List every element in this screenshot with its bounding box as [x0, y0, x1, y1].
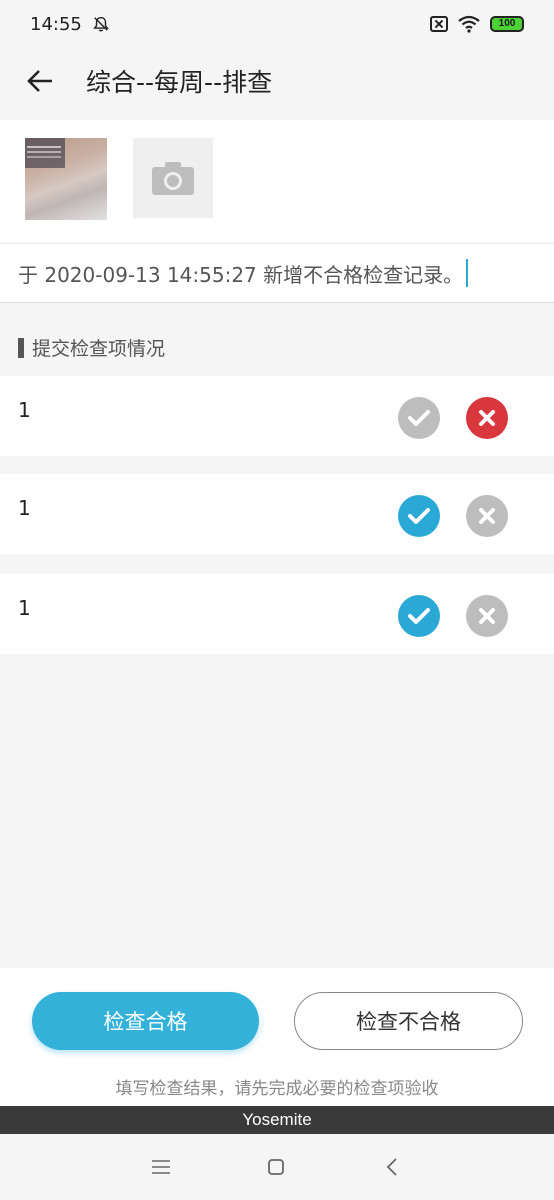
check-icon	[408, 508, 430, 524]
check-item-label: 1	[18, 398, 31, 422]
menu-nav-button[interactable]	[146, 1154, 176, 1180]
pass-toggle[interactable]	[398, 495, 440, 537]
check-item: 1	[0, 376, 554, 456]
arrow-left-icon	[27, 70, 52, 92]
check-icon	[408, 608, 430, 624]
text-cursor	[466, 259, 469, 287]
sim-missing-icon	[430, 16, 448, 32]
bell-muted-icon	[93, 16, 109, 32]
pass-toggle[interactable]	[398, 595, 440, 637]
section-title: 提交检查项情况	[32, 338, 166, 360]
inspection-fail-button[interactable]: 检查不合格	[294, 992, 523, 1050]
check-item: 1	[0, 474, 554, 554]
check-item-label: 1	[18, 496, 31, 520]
cross-icon	[479, 508, 495, 524]
thumbnail-overlay	[25, 138, 65, 168]
app-bar: 综合--每周--排查	[0, 48, 554, 114]
record-text: 于 2020-09-13 14:55:27 新增不合格检查记录。	[18, 262, 464, 287]
menu-icon	[152, 1160, 170, 1174]
camera-icon	[152, 162, 194, 195]
check-icon	[408, 410, 430, 426]
check-item-label: 1	[18, 596, 31, 620]
device-label: Yosemite	[0, 1106, 554, 1134]
cross-icon	[479, 410, 495, 426]
photo-thumbnail[interactable]	[25, 138, 107, 220]
back-nav-button[interactable]	[377, 1154, 407, 1180]
hint-text: 填写检查结果，请先完成必要的检查项验收	[115, 1079, 439, 1099]
status-time: 14:55	[30, 13, 82, 35]
photo-section	[0, 120, 554, 242]
bottom-action-panel: 检查合格 检查不合格 填写检查结果，请先完成必要的检查项验收	[0, 968, 554, 1106]
chevron-left-icon	[386, 1158, 397, 1176]
page-title: 综合--每周--排查	[86, 68, 273, 97]
fail-toggle[interactable]	[466, 595, 508, 637]
add-photo-button[interactable]	[133, 138, 213, 218]
system-nav-bar	[0, 1134, 554, 1200]
wifi-icon	[458, 15, 480, 33]
record-text-field[interactable]: 于 2020-09-13 14:55:27 新增不合格检查记录。	[0, 243, 554, 303]
back-button[interactable]	[0, 48, 80, 114]
fail-toggle[interactable]	[466, 397, 508, 439]
status-bar: 14:55 100	[0, 0, 554, 48]
battery-indicator: 100	[490, 16, 524, 32]
fail-toggle[interactable]	[466, 495, 508, 537]
section-marker	[18, 337, 24, 358]
section-header: 提交检查项情况	[18, 334, 165, 361]
home-square-icon	[268, 1159, 284, 1175]
check-item: 1	[0, 574, 554, 654]
thumbnail-lines	[27, 146, 61, 148]
cross-icon	[479, 608, 495, 624]
pass-toggle[interactable]	[398, 397, 440, 439]
home-nav-button[interactable]	[261, 1154, 291, 1180]
inspection-pass-button[interactable]: 检查合格	[32, 992, 259, 1050]
